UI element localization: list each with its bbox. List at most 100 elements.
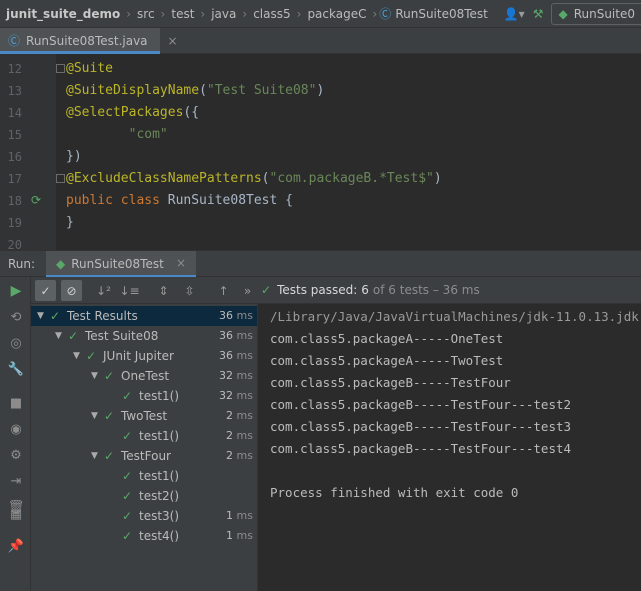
camera-icon[interactable]: ◉ [7, 420, 25, 438]
code-line[interactable]: 13 @SuiteDisplayName("Test Suite08") [0, 80, 641, 102]
build-hammer-icon[interactable]: ⚒ [533, 7, 544, 21]
expand-arrow-icon[interactable]: ▼ [91, 406, 98, 426]
code-line[interactable]: 18 public class RunSuite08Test { [0, 190, 641, 212]
settings-icon[interactable]: ⚙ [7, 446, 25, 464]
console-output[interactable]: /Library/Java/JavaVirtualMachines/jdk-11… [258, 304, 641, 591]
stop-icon[interactable]: ■ [7, 394, 25, 412]
test-tree-node[interactable]: ✓ test4() 1 ms [31, 526, 257, 546]
test-tree-node[interactable]: ✓ test2() [31, 486, 257, 506]
passed-check-icon: ✓ [122, 469, 133, 483]
breadcrumb-packagec[interactable]: packageC [303, 7, 370, 21]
close-icon[interactable]: × [168, 34, 178, 48]
breadcrumb-class5[interactable]: class5 [249, 7, 294, 21]
test-duration: 32 ms [219, 369, 253, 382]
code-line[interactable]: 15 "com" [0, 124, 641, 146]
rerun-icon[interactable]: ▶ [7, 282, 25, 300]
pin-icon[interactable]: 📌 [7, 537, 25, 555]
code-line[interactable]: 19} [0, 212, 641, 234]
show-passed-icon[interactable]: ✓ [35, 280, 56, 301]
test-tree-node[interactable]: ▼ ✓ JUnit Jupiter 36 ms [31, 346, 257, 366]
line-number: 19 [7, 216, 22, 230]
test-tree-node[interactable]: ▼ ✓ Test Results 36 ms [31, 306, 257, 326]
breadcrumb-src[interactable]: src [133, 7, 159, 21]
previous-failed-icon[interactable]: ↑ [213, 280, 234, 301]
test-tree-node[interactable]: ✓ test1() [31, 466, 257, 486]
expand-arrow-icon[interactable]: ▼ [73, 346, 80, 366]
test-tree-node[interactable]: ▼ ✓ OneTest 32 ms [31, 366, 257, 386]
code-editor[interactable]: 12 @Suite 13 @SuiteDisplayName("Test Suite0… [0, 54, 641, 250]
test-name: JUnit Jupiter [103, 349, 174, 363]
code-text: @SuiteDisplayName("Test Suite08") [66, 83, 325, 98]
breadcrumb-test[interactable]: test [167, 7, 198, 21]
console-line: com.class5.packageB-----TestFour---test3 [270, 419, 572, 434]
test-duration: 36 ms [219, 309, 253, 322]
expand-arrow-icon[interactable]: ▼ [55, 326, 62, 346]
run-configuration-selector[interactable]: ◆ RunSuite0 [551, 2, 641, 25]
expand-arrow-icon[interactable]: ▼ [91, 366, 98, 386]
layout-icon[interactable]: ▦ [7, 505, 25, 523]
test-tree-node[interactable]: ▼ ✓ TwoTest 2 ms [31, 406, 257, 426]
passed-check-icon: ✓ [86, 349, 97, 363]
run-config-icon: ◆ [56, 257, 66, 271]
run-tab-runsuite08test[interactable]: ◆ RunSuite08Test [46, 251, 196, 278]
fold-marker-icon[interactable] [56, 64, 65, 73]
test-results-toolbar: ✓ ⊘ ↓² ↓≡ ⇕ ⇳ ↑ » ✓ Tests passed: 6 of 6… [31, 277, 641, 304]
collapse-all-icon[interactable]: ⇳ [179, 280, 200, 301]
chevron-right-icon: › [126, 6, 132, 21]
test-tree-node[interactable]: ✓ test1() 32 ms [31, 386, 257, 406]
passed-check-icon: ✓ [104, 449, 115, 463]
code-line[interactable]: 20 [0, 234, 641, 250]
expand-all-icon[interactable]: ⇕ [153, 280, 174, 301]
test-name: test2() [139, 489, 180, 503]
console-command-line: /Library/Java/JavaVirtualMachines/jdk-11… [270, 309, 639, 324]
file-tab-runsuite08test[interactable]: Ⓒ RunSuite08Test.java × [0, 28, 178, 54]
rerun-failed-icon[interactable]: ⟲ [7, 308, 25, 326]
line-number: 12 [7, 62, 22, 76]
wrench-icon[interactable]: 🔧 [7, 360, 25, 378]
line-number: 14 [7, 106, 22, 120]
test-tree-node[interactable]: ▼ ✓ Test Suite08 36 ms [31, 326, 257, 346]
code-line[interactable]: 12 @Suite [0, 58, 641, 80]
console-line: com.class5.packageB-----TestFour [270, 375, 511, 390]
passed-check-icon: ✓ [122, 429, 133, 443]
test-duration: 1 ms [226, 529, 253, 542]
test-duration: 1 ms [226, 509, 253, 522]
toggle-auto-test-icon[interactable]: ◎ [7, 334, 25, 352]
test-duration: 36 ms [219, 329, 253, 342]
code-line[interactable]: 16}) [0, 146, 641, 168]
console-line: com.class5.packageB-----TestFour---test4 [270, 441, 572, 456]
status-prefix: Tests passed: [277, 283, 358, 297]
test-tree-node[interactable]: ▼ ✓ TestFour 2 ms [31, 446, 257, 466]
export-icon[interactable]: ⇥ [7, 472, 25, 490]
run-gutter-icon[interactable]: ⟳ [31, 193, 41, 207]
code-line[interactable]: 14 @SelectPackages({ [0, 102, 641, 124]
expand-arrow-icon[interactable]: ▼ [37, 306, 44, 326]
code-text: }) [66, 149, 82, 164]
user-icon[interactable]: 👤▾ [504, 7, 525, 21]
file-tab-label: RunSuite08Test.java [26, 33, 148, 48]
console-line: com.class5.packageA-----TwoTest [270, 353, 504, 368]
sort-by-duration-icon[interactable]: ↓≡ [119, 280, 140, 301]
run-tool-window-header: Run: ◆ RunSuite08Test × [0, 250, 641, 278]
expand-arrow-icon[interactable]: ▼ [91, 446, 98, 466]
passed-check-icon: ✓ [104, 409, 115, 423]
breadcrumb-project[interactable]: junit_suite_demo [0, 7, 124, 21]
close-icon[interactable]: × [176, 256, 186, 270]
test-results-tree[interactable]: ▼ ✓ Test Results 36 ms ▼ ✓ Test Suite08 36 ms ▼ ✓… [31, 304, 258, 591]
test-tree-node[interactable]: ✓ test1() 2 ms [31, 426, 257, 446]
chevron-right-icon: › [200, 6, 206, 21]
breadcrumb-java[interactable]: java [207, 7, 240, 21]
chevron-right-icon: › [242, 6, 248, 21]
code-line[interactable]: 17 @ExcludeClassNamePatterns("com.package… [0, 168, 641, 190]
breadcrumb-runsuite08test[interactable]: RunSuite08Test [391, 7, 492, 21]
code-text: public class RunSuite08Test { [66, 193, 293, 208]
test-name: test1() [139, 389, 180, 403]
show-ignored-icon[interactable]: ⊘ [61, 280, 82, 301]
sort-alphabetically-icon[interactable]: ↓² [93, 280, 114, 301]
test-name: Test Suite08 [85, 329, 159, 343]
more-actions-icon[interactable]: » [237, 280, 258, 301]
check-icon: ✓ [261, 283, 272, 297]
chevron-right-icon: › [160, 6, 166, 21]
fold-marker-icon[interactable] [56, 174, 65, 183]
test-tree-node[interactable]: ✓ test3() 1 ms [31, 506, 257, 526]
